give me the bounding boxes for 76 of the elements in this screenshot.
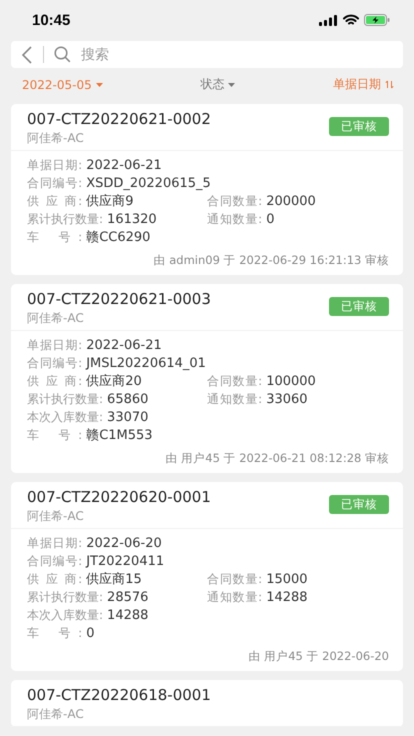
field-label: 供 应 商: xyxy=(27,571,82,588)
field-label: 合同编号: xyxy=(27,174,82,192)
field-value: 赣C1M553 xyxy=(86,427,153,444)
battery-icon xyxy=(364,14,390,26)
status-badge: 已审核 xyxy=(329,117,389,136)
company-name: 阿佳希-AC xyxy=(27,130,85,147)
field-label: 单据日期: xyxy=(27,156,82,174)
field-label: 通知数量: xyxy=(207,390,262,408)
audit-note: 由 admin09 于 2022-06-29 16:21:13 审核 xyxy=(154,253,389,267)
field-label: 单据日期: xyxy=(27,336,82,354)
record-card[interactable]: 007-CTZ20220621-0003 阿佳希-AC 已审核 单据日期: 2022-06-21 合同编号: JMSL20220614_01 供 应 商: 供应商20 合同数量: 100000 累计执行数量: 65860 通知数量: 33060 本次入库数量: 33070 车 号: 赣C1M553 由 用户45 于 2022-06-21 08:12:28 审核 xyxy=(11,284,403,473)
field-value: 28576 xyxy=(107,590,148,604)
company-name: 阿佳希-AC xyxy=(27,310,85,327)
field-value: 0 xyxy=(86,626,94,640)
field-value: 2022-06-20 xyxy=(86,536,162,550)
field-value: 33060 xyxy=(266,392,308,406)
caret-icon xyxy=(96,82,103,86)
field-label: 本次入库数量: xyxy=(27,408,104,426)
field-label: 本次入库数量: xyxy=(27,606,104,624)
field-label: 单据日期: xyxy=(27,534,82,552)
field-label: 合同数量: xyxy=(207,192,262,210)
field-value: 2022-06-21 xyxy=(86,338,162,352)
field-label: 通知数量: xyxy=(207,588,262,606)
status-badge: 已审核 xyxy=(329,495,389,514)
field-value: 15000 xyxy=(266,572,308,586)
field-value: 200000 xyxy=(266,194,316,208)
company-name: 阿佳希-AC xyxy=(27,706,85,723)
field-value: 65860 xyxy=(107,392,148,406)
field-label: 合同数量: xyxy=(207,570,262,588)
status-badge: 已审核 xyxy=(329,297,389,316)
record-number: 007-CTZ20220621-0002 xyxy=(27,109,211,130)
field-label: 供 应 商: xyxy=(27,193,82,210)
field-label: 通知数量: xyxy=(207,210,262,228)
sort-icon xyxy=(385,80,394,89)
field-value: JMSL20220614_01 xyxy=(86,356,206,370)
field-value: JT20220411 xyxy=(86,554,164,568)
field-label: 累计执行数量: xyxy=(27,210,104,228)
record-card[interactable]: 007-CTZ20220620-0001 阿佳希-AC 已审核 单据日期: 2022-06-20 合同编号: JT20220411 供 应 商: 供应商15 合同数量: 15000 累计执行数量: 28576 通知数量: 14288 本次入库数量: 14288 车 号: 0 由 用户45 于 2022-06-20 xyxy=(11,482,403,671)
field-label: 车 号: xyxy=(27,624,82,642)
field-value: 100000 xyxy=(266,374,316,388)
field-value: XSDD_20220615_5 xyxy=(86,176,211,190)
record-card[interactable]: 007-CTZ20220621-0002 阿佳希-AC 已审核 单据日期: 2022-06-21 合同编号: XSDD_20220615_5 供 应 商: 供应商9 合同数量: 200000 累计执行数量: 161320 通知数量: 0 车 号: 赣CC6290 由 admin09 于 2022-06-29 16:21:13 审核 xyxy=(11,104,403,275)
field-label: 合同编号: xyxy=(27,354,82,372)
field-value: 供应商15 xyxy=(86,571,142,588)
audit-note: 由 用户45 于 2022-06-21 08:12:28 审核 xyxy=(166,451,389,465)
field-value: 供应商20 xyxy=(86,373,142,390)
record-card[interactable]: 007-CTZ20220618-0001 阿佳希-AC xyxy=(11,680,403,727)
search-bar[interactable]: 搜索 xyxy=(11,41,403,68)
field-value: 2022-06-21 xyxy=(86,158,162,172)
record-number: 007-CTZ20220621-0003 xyxy=(27,289,211,310)
search-field[interactable]: 搜索 xyxy=(81,46,393,62)
filter-tab[interactable]: 状态 xyxy=(200,74,236,95)
field-label: 合同编号: xyxy=(27,552,82,570)
field-label: 车 号: xyxy=(27,427,82,444)
record-number: 007-CTZ20220618-0001 xyxy=(27,685,211,706)
field-value: 14288 xyxy=(266,590,308,604)
status-time: 10:45 xyxy=(32,12,70,28)
back-icon[interactable] xyxy=(21,44,33,64)
field-value: 14288 xyxy=(107,608,148,622)
field-value: 0 xyxy=(266,212,274,226)
caret-icon xyxy=(228,82,236,86)
search-icon xyxy=(54,46,71,63)
audit-note: 由 用户45 于 2022-06-20 xyxy=(248,649,389,663)
field-label: 车 号: xyxy=(27,229,82,246)
field-label: 累计执行数量: xyxy=(27,588,104,606)
company-name: 阿佳希-AC xyxy=(27,508,85,525)
field-label: 供 应 商: xyxy=(27,373,82,390)
field-label: 合同数量: xyxy=(207,372,262,390)
field-label: 累计执行数量: xyxy=(27,390,104,408)
field-value: 供应商9 xyxy=(86,193,134,210)
wifi-icon xyxy=(343,14,359,26)
record-number: 007-CTZ20220620-0001 xyxy=(27,487,211,508)
signal-icon xyxy=(319,14,338,26)
field-value: 33070 xyxy=(107,410,148,424)
field-value: 赣CC6290 xyxy=(86,229,150,246)
field-value: 161320 xyxy=(107,212,157,226)
